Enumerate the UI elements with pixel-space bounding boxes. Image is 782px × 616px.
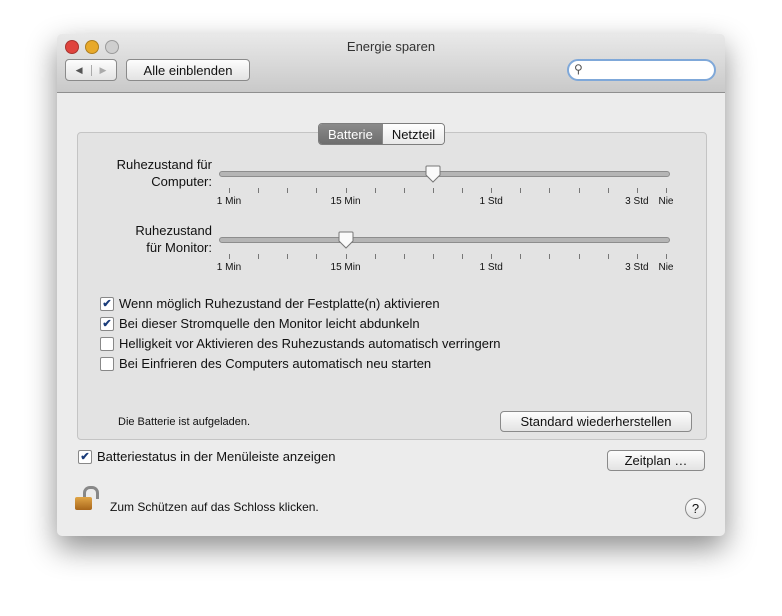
slider-tick — [229, 254, 230, 259]
forward-button[interactable]: ▶ — [92, 65, 107, 76]
tab-batterie[interactable]: Batterie — [319, 124, 382, 144]
label-line: Ruhezustand — [135, 223, 212, 238]
slider-tick — [258, 254, 260, 259]
slider-tick — [666, 188, 667, 193]
slider-tick — [345, 254, 347, 259]
checkbox[interactable] — [100, 356, 114, 371]
tick-label: Nie — [658, 262, 674, 273]
slider-tick — [578, 188, 580, 193]
search-input[interactable]: ⚲ — [567, 59, 716, 81]
window-title: Energie sparen — [346, 39, 436, 54]
preferences-window: Energie sparen ◀ ▶ Alle einblenden ⚲ Bat… — [57, 34, 725, 536]
slider-tick — [287, 188, 289, 193]
slider-tick — [316, 188, 318, 193]
slider-tick — [287, 254, 289, 259]
checkbox[interactable]: ✔ — [100, 296, 114, 311]
restore-defaults-button[interactable]: Standard wiederherstellen — [500, 411, 692, 432]
label-line: für Monitor: — [146, 240, 212, 255]
option-label: Bei Einfrieren des Computers automatisch… — [119, 356, 432, 371]
monitor-sleep-label: Ruhezustand für Monitor: — [102, 222, 212, 256]
tick-label: 1 Std — [479, 196, 503, 207]
title-bar: Energie sparen ◀ ▶ Alle einblenden ⚲ — [57, 34, 725, 93]
show-all-button[interactable]: Alle einblenden — [126, 59, 250, 81]
label-line: Computer: — [151, 174, 212, 189]
slider-tick — [374, 188, 376, 193]
option-label: Wenn möglich Ruhezustand der Festplatte(… — [119, 296, 440, 311]
lock-text: Zum Schützen auf das Schloss klicken. — [110, 500, 319, 514]
checkbox[interactable]: ✔ — [78, 449, 92, 464]
checkbox[interactable]: ✔ — [100, 316, 114, 331]
slider-tick — [666, 254, 667, 259]
slider-tick — [549, 254, 551, 259]
tick-label: 15 Min — [330, 196, 361, 207]
slider-tick — [432, 188, 434, 193]
help-button[interactable]: ? — [685, 498, 706, 519]
slider-tick — [462, 254, 464, 259]
slider-tick — [462, 188, 464, 193]
option-label: Bei dieser Stromquelle den Monitor leich… — [119, 316, 420, 331]
tick-label: 15 Min — [330, 262, 361, 273]
power-source-tabs: Batterie Netzteil — [318, 123, 446, 145]
slider-tick — [549, 188, 551, 193]
tick-label: 3 Std — [625, 196, 649, 207]
slider-tick — [491, 254, 493, 259]
slider-tick — [403, 254, 405, 259]
nav-buttons: ◀ ▶ — [65, 59, 117, 81]
option-label: Batteriestatus in der Menüleiste anzeige… — [97, 449, 336, 464]
search-icon: ⚲ — [574, 62, 583, 76]
option-reduce-brightness[interactable]: Helligkeit vor Aktivieren des Ruhezustan… — [100, 336, 501, 351]
slider-tick — [229, 188, 230, 193]
option-label: Helligkeit vor Aktivieren des Ruhezustan… — [119, 336, 501, 351]
slider-tick — [432, 254, 434, 259]
back-button[interactable]: ◀ — [76, 64, 92, 76]
tick-label: 1 Min — [216, 262, 242, 273]
tick-label: 1 Std — [479, 262, 503, 273]
slider-tick — [578, 254, 580, 259]
computer-sleep-label: Ruhezustand für Computer: — [102, 156, 212, 190]
lock-icon[interactable] — [75, 486, 99, 512]
battery-menu-option[interactable]: ✔ Batteriestatus in der Menüleiste anzeig… — [78, 449, 335, 464]
slider-tick — [520, 254, 522, 259]
label-line: Ruhezustand für — [116, 157, 212, 172]
schedule-button[interactable]: Zeitplan … — [607, 450, 705, 471]
option-dim-display[interactable]: ✔ Bei dieser Stromquelle den Monitor leic… — [100, 316, 420, 331]
tick-label: Nie — [658, 196, 674, 207]
slider-tick — [374, 254, 376, 259]
tab-netzteil[interactable]: Netzteil — [381, 124, 445, 144]
slider-track[interactable] — [219, 171, 670, 177]
slider-thumb[interactable] — [338, 231, 354, 249]
slider-tick — [607, 188, 609, 193]
slider-tick — [636, 188, 638, 193]
slider-tick — [403, 188, 405, 193]
slider-tick — [258, 188, 260, 193]
slider-track[interactable] — [219, 237, 670, 243]
slider-thumb[interactable] — [425, 165, 441, 183]
battery-status-text: Die Batterie ist aufgeladen. — [118, 416, 251, 428]
option-restart-freeze[interactable]: Bei Einfrieren des Computers automatisch… — [100, 356, 431, 371]
slider-tick — [520, 188, 522, 193]
slider-tick — [636, 254, 638, 259]
slider-tick — [607, 254, 609, 259]
tick-label: 3 Std — [625, 262, 649, 273]
slider-tick — [491, 188, 493, 193]
slider-tick — [316, 254, 318, 259]
option-hdd-sleep[interactable]: ✔ Wenn möglich Ruhezustand der Festplatte… — [100, 296, 440, 311]
tick-label: 1 Min — [216, 196, 242, 207]
checkbox[interactable] — [100, 336, 114, 351]
slider-tick — [345, 188, 347, 193]
